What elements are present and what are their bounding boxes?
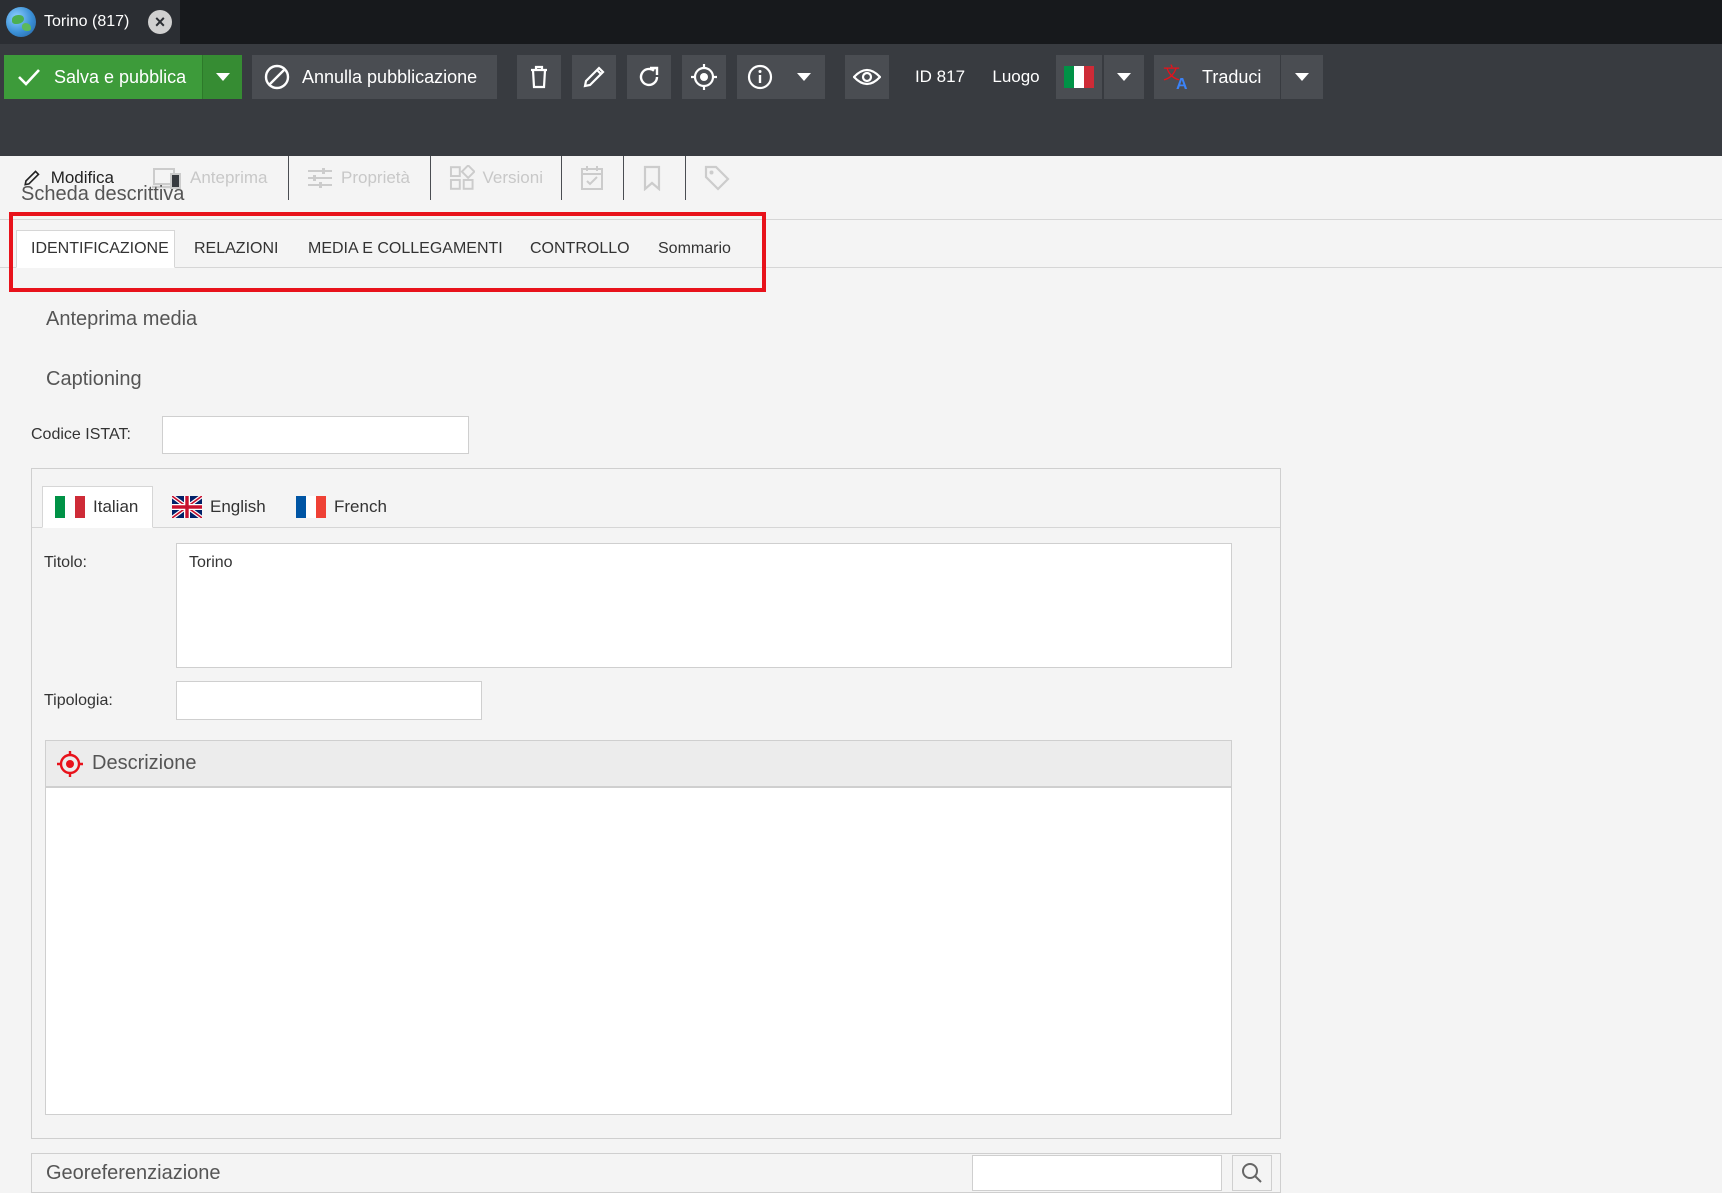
flag-it-icon bbox=[55, 496, 85, 518]
type-field-label: Tipologia: bbox=[44, 692, 113, 709]
save-publish-label: Salva e pubblica bbox=[54, 66, 187, 87]
language-button[interactable] bbox=[1056, 55, 1102, 99]
close-tab-icon[interactable]: × bbox=[148, 10, 172, 34]
eye-icon bbox=[853, 68, 881, 86]
info-button[interactable] bbox=[737, 55, 783, 99]
translate-dropdown[interactable] bbox=[1281, 55, 1323, 99]
target-icon[interactable] bbox=[56, 750, 84, 778]
toolbar: Salva e pubblica Annulla pubblicazione I… bbox=[0, 44, 1722, 200]
geo-search-button[interactable] bbox=[1232, 1155, 1272, 1191]
highlight-box bbox=[9, 212, 766, 292]
trash-icon bbox=[531, 65, 547, 89]
flag-fr-icon bbox=[296, 496, 326, 518]
preview-button[interactable] bbox=[845, 55, 889, 99]
translate-label: Traduci bbox=[1202, 66, 1262, 87]
istat-input[interactable] bbox=[162, 416, 469, 454]
type-input[interactable] bbox=[176, 681, 482, 720]
bookmark-icon bbox=[643, 165, 661, 191]
media-preview-heading: Anteprima media bbox=[46, 308, 198, 330]
globe-icon bbox=[6, 7, 36, 37]
widgets-icon bbox=[449, 165, 475, 190]
locate-button[interactable] bbox=[682, 55, 726, 99]
lang-tab-english[interactable]: English bbox=[160, 486, 278, 528]
captioning-heading: Captioning bbox=[46, 368, 142, 390]
id-label: ID 817 bbox=[914, 67, 966, 86]
svg-text:A: A bbox=[1176, 76, 1188, 91]
pencil-icon bbox=[583, 66, 605, 88]
section-title: Scheda descrittiva bbox=[21, 183, 185, 205]
chevron-down-icon bbox=[215, 73, 230, 81]
sliders-icon bbox=[308, 168, 332, 188]
lang-tab-italian[interactable]: Italian bbox=[42, 486, 153, 528]
document-tab-title: Torino (817) bbox=[44, 13, 130, 30]
tab-versioni[interactable]: Versioni bbox=[431, 156, 562, 200]
flag-uk-icon bbox=[172, 496, 202, 518]
tab-anteprima-label: Anteprima bbox=[190, 168, 268, 187]
target-icon bbox=[691, 64, 717, 90]
description-header: Descrizione bbox=[45, 740, 1232, 787]
description-editor[interactable] bbox=[45, 787, 1232, 1115]
type-label: Luogo bbox=[992, 67, 1040, 86]
title-input[interactable]: Torino bbox=[176, 543, 1232, 668]
lang-tab-french-label: French bbox=[334, 497, 387, 516]
search-icon bbox=[1242, 1163, 1262, 1183]
translate-icon: 文A bbox=[1163, 64, 1188, 91]
tab-versioni-label: Versioni bbox=[482, 168, 543, 187]
info-icon bbox=[747, 64, 773, 90]
lang-tab-italian-label: Italian bbox=[93, 497, 139, 516]
tag-icon bbox=[704, 165, 730, 191]
lang-tab-french[interactable]: French bbox=[284, 486, 399, 528]
unpublish-button[interactable]: Annulla pubblicazione bbox=[252, 55, 497, 99]
lang-tab-english-label: English bbox=[210, 497, 266, 516]
save-options-dropdown[interactable] bbox=[202, 55, 242, 99]
title-label: Titolo: bbox=[44, 554, 87, 571]
check-icon bbox=[18, 69, 40, 86]
ban-icon bbox=[264, 64, 290, 90]
unpublish-label: Annulla pubblicazione bbox=[302, 66, 478, 87]
delete-button[interactable] bbox=[517, 55, 561, 99]
geo-search-input[interactable] bbox=[972, 1155, 1222, 1191]
tab-proprieta[interactable]: Proprietà bbox=[289, 156, 431, 200]
tab-schedule[interactable] bbox=[562, 156, 624, 200]
translate-button[interactable]: 文A Traduci bbox=[1154, 55, 1280, 99]
flag-it-icon bbox=[1064, 66, 1094, 88]
description-label: Descrizione bbox=[92, 752, 197, 774]
tab-tags[interactable] bbox=[686, 156, 748, 200]
save-publish-button[interactable]: Salva e pubblica bbox=[4, 55, 202, 99]
refresh-icon bbox=[639, 66, 659, 87]
edit-button[interactable] bbox=[572, 55, 616, 99]
language-dropdown[interactable] bbox=[1104, 55, 1144, 99]
chevron-down-icon bbox=[1295, 73, 1309, 81]
chevron-down-icon bbox=[1117, 73, 1131, 81]
geo-heading: Georeferenziazione bbox=[46, 1162, 221, 1184]
title-bar bbox=[0, 0, 1722, 44]
document-tab[interactable]: Torino (817) × bbox=[0, 0, 180, 44]
info-options-dropdown[interactable] bbox=[783, 55, 825, 99]
refresh-button[interactable] bbox=[627, 55, 671, 99]
calendar-check-icon bbox=[581, 166, 603, 190]
istat-label: Codice ISTAT: bbox=[31, 426, 131, 443]
tab-proprieta-label: Proprietà bbox=[341, 168, 410, 187]
chevron-down-icon bbox=[797, 73, 811, 81]
tab-bookmark[interactable] bbox=[624, 156, 686, 200]
